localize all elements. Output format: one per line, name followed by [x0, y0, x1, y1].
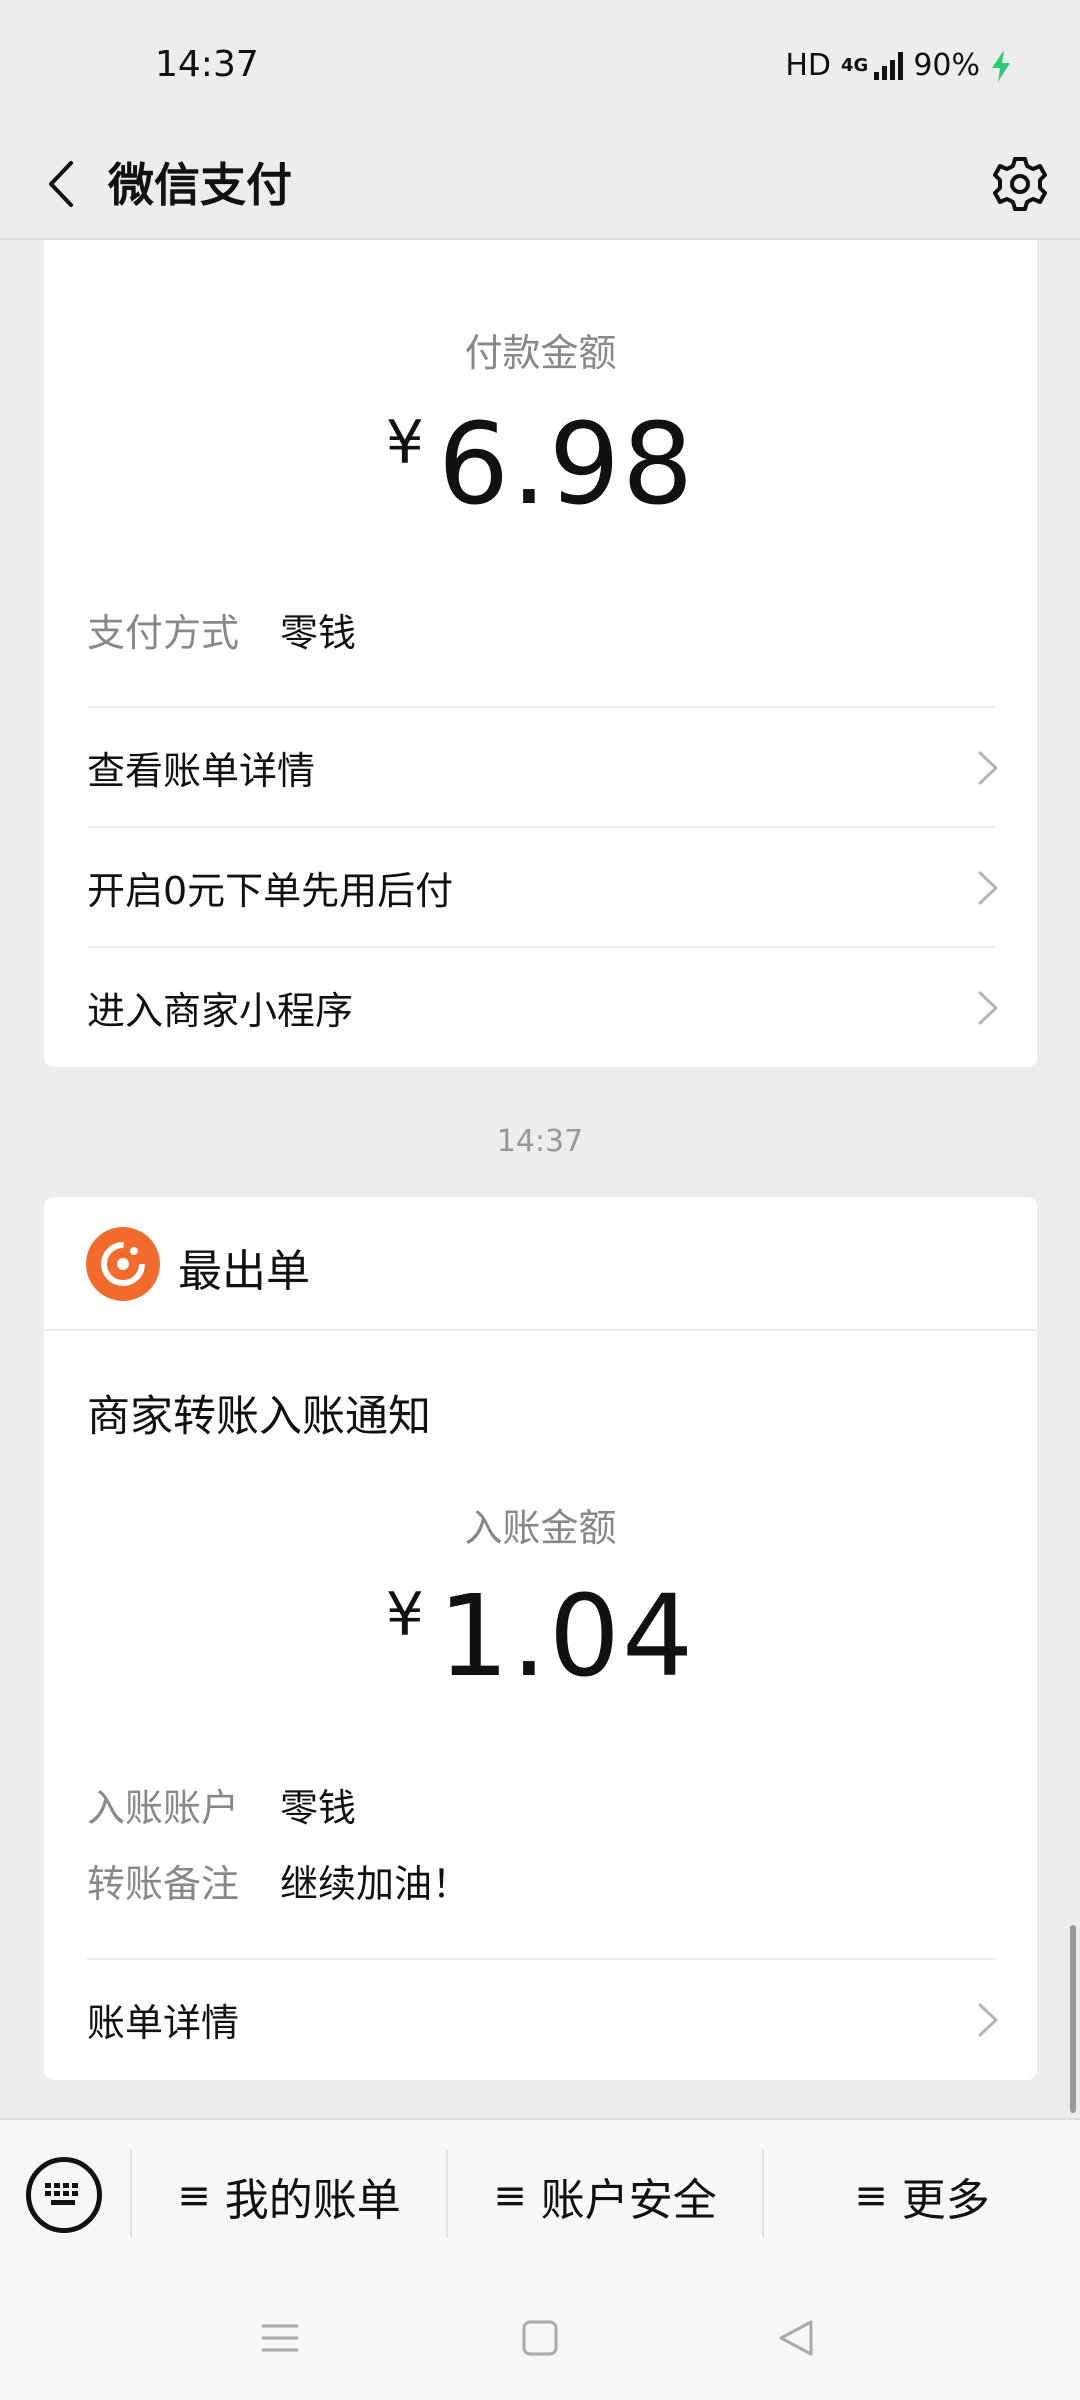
scrollbar[interactable]: [1070, 1925, 1076, 2113]
notice-title: 商家转账入账通知: [87, 1392, 431, 1442]
divider: [44, 1329, 1037, 1331]
payment-amount-label: 付款金额: [464, 331, 617, 375]
row-label: 账单详情: [87, 2000, 240, 2045]
battery-level: 90%: [913, 48, 980, 83]
chevron-right-icon: [978, 751, 998, 785]
pay-later-row[interactable]: 开启0元下单先用后付: [44, 828, 1037, 946]
chevron-right-icon: [978, 871, 998, 905]
triangle-back-icon: [779, 2320, 813, 2356]
transfer-remark-label: 转账备注: [87, 1862, 240, 1906]
menu-lines-icon: [261, 2324, 299, 2352]
keyboard-toggle-button[interactable]: [26, 2157, 102, 2233]
menu-icon: ≡: [493, 2173, 527, 2219]
signal-icon: [874, 51, 904, 80]
menu-icon: ≡: [177, 2173, 211, 2219]
row-label: 开启0元下单先用后付: [87, 868, 454, 913]
transfer-notice-card: 最出单 商家转账入账通知 入账金额 ¥1.04 入账账户 零钱 转账备注 继续加…: [44, 1197, 1037, 2080]
status-time: 14:37: [155, 44, 259, 85]
payment-card: 付款金额 ¥6.98 支付方式 零钱 查看账单详情 开启0元下单先用后付 进入商…: [44, 240, 1037, 1067]
transfer-remark-value: 继续加油！: [280, 1862, 471, 1906]
received-account: 入账账户 零钱: [87, 1777, 356, 1832]
row-label: 查看账单详情: [87, 748, 316, 793]
system-navigation-bar: [0, 2278, 1080, 2400]
currency-symbol: ¥: [385, 1580, 424, 1650]
charging-icon: [992, 49, 1010, 82]
transfer-remark: 转账备注 继续加油！: [87, 1853, 470, 1908]
merchant-logo-icon[interactable]: [86, 1227, 160, 1301]
received-amount-value: 1.04: [437, 1572, 696, 1702]
chevron-right-icon: [978, 2003, 998, 2037]
payment-amount: ¥6.98: [44, 400, 1037, 530]
received-amount-label: 入账金额: [464, 1506, 617, 1550]
payment-amount-value: 6.98: [437, 400, 696, 530]
square-icon: [522, 2320, 558, 2356]
chevron-left-icon: [49, 161, 73, 207]
payment-method-value: 零钱: [280, 611, 357, 655]
status-bar: 14:37 HD 4G 90%: [0, 0, 1080, 130]
message-timestamp: 14:37: [496, 1124, 584, 1159]
row-label: 进入商家小程序: [87, 988, 354, 1033]
network-type: 4G: [841, 54, 869, 76]
my-bills-menu[interactable]: ≡ 我的账单: [132, 2164, 446, 2228]
menu-icon: ≡: [854, 2173, 888, 2219]
payment-method: 支付方式 零钱: [87, 602, 356, 657]
settings-button[interactable]: [984, 148, 1056, 220]
more-menu[interactable]: ≡ 更多: [764, 2164, 1080, 2228]
merchant-name[interactable]: 最出单: [178, 1235, 310, 1299]
account-security-menu[interactable]: ≡ 账户安全: [448, 2164, 762, 2228]
recent-apps-button[interactable]: [250, 2308, 310, 2368]
status-indicators: HD 4G 90%: [785, 48, 1012, 83]
page-title: 微信支付: [108, 158, 292, 212]
nav-bar: 微信支付: [0, 130, 1080, 240]
received-account-value: 零钱: [280, 1786, 357, 1830]
received-account-label: 入账账户: [87, 1786, 240, 1830]
merchant-miniprogram-row[interactable]: 进入商家小程序: [44, 948, 1037, 1066]
system-back-button[interactable]: [766, 2308, 826, 2368]
chevron-right-icon: [978, 991, 998, 1025]
keyboard-icon: [45, 2183, 78, 2205]
home-button[interactable]: [510, 2308, 570, 2368]
payment-method-label: 支付方式: [87, 611, 240, 655]
received-amount: ¥1.04: [44, 1572, 1037, 1702]
menu-label: 我的账单: [224, 2175, 401, 2226]
menu-label: 更多: [901, 2175, 990, 2226]
hd-indicator: HD: [785, 48, 831, 83]
bill-details-row[interactable]: 账单详情: [44, 1960, 1037, 2078]
bottom-menu: ≡ 我的账单 ≡ 账户安全 ≡ 更多: [0, 2118, 1080, 2278]
merchant-logo-mark: [101, 1242, 145, 1286]
gear-icon: [993, 157, 1047, 211]
back-button[interactable]: [28, 152, 92, 216]
currency-symbol: ¥: [385, 408, 424, 478]
menu-label: 账户安全: [540, 2175, 717, 2226]
view-bill-details-row[interactable]: 查看账单详情: [44, 708, 1037, 826]
